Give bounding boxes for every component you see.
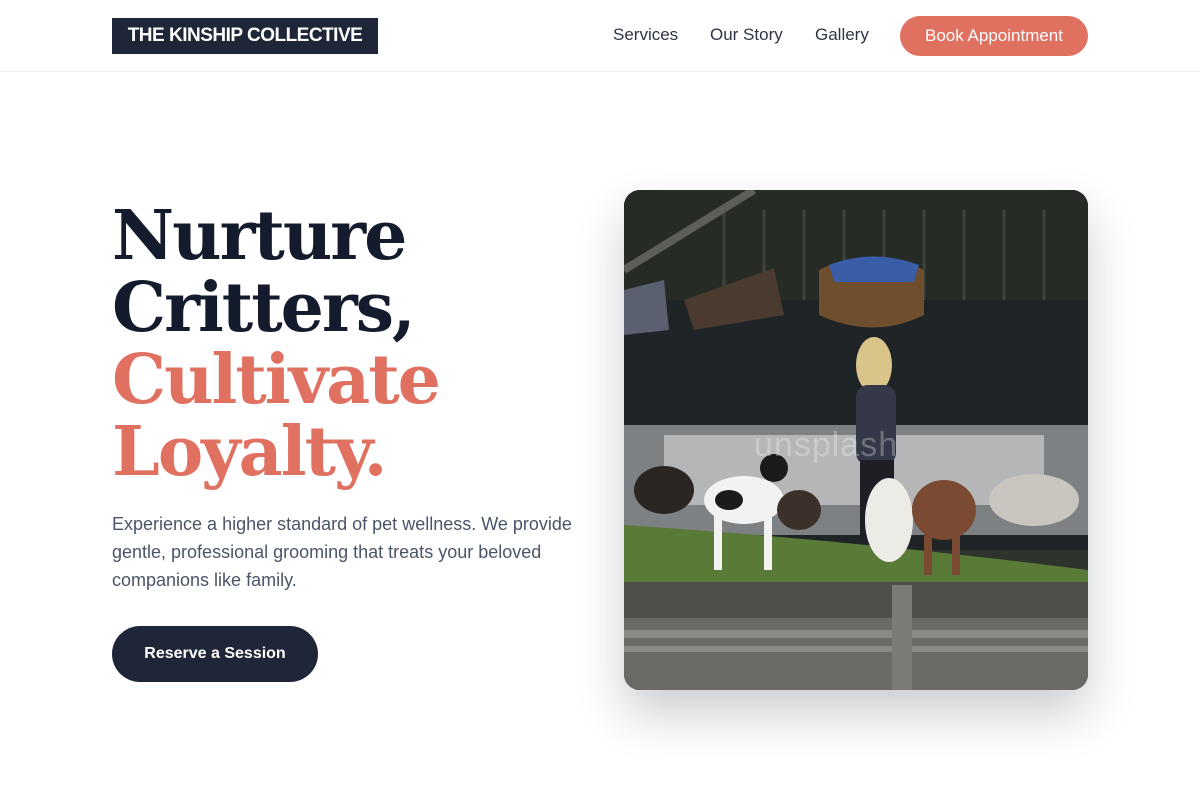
headline-line-1: Nurture [112,196,407,276]
headline-line-3: Cultivate [112,340,441,420]
hero-photo: unsplash [624,190,1088,690]
hero-headline: Nurture Critters, Cultivate Loyalty. [112,196,441,492]
brand-logo[interactable]: THE KINSHIP COLLECTIVE [112,18,378,54]
hero-description: Experience a higher standard of pet well… [112,514,572,590]
book-appointment-button[interactable]: Book Appointment [900,16,1088,56]
nav-link-services[interactable]: Services [613,24,678,46]
reserve-session-button[interactable]: Reserve a Session [112,626,318,682]
nav-link-gallery[interactable]: Gallery [815,24,869,46]
image-watermark: unsplash [754,426,899,464]
headline-line-4: Loyalty. [112,412,387,492]
headline-line-2: Critters, [112,268,416,348]
site-header: THE KINSHIP COLLECTIVE Services Our Stor… [0,0,1200,72]
nav-link-our-story[interactable]: Our Story [710,24,783,46]
